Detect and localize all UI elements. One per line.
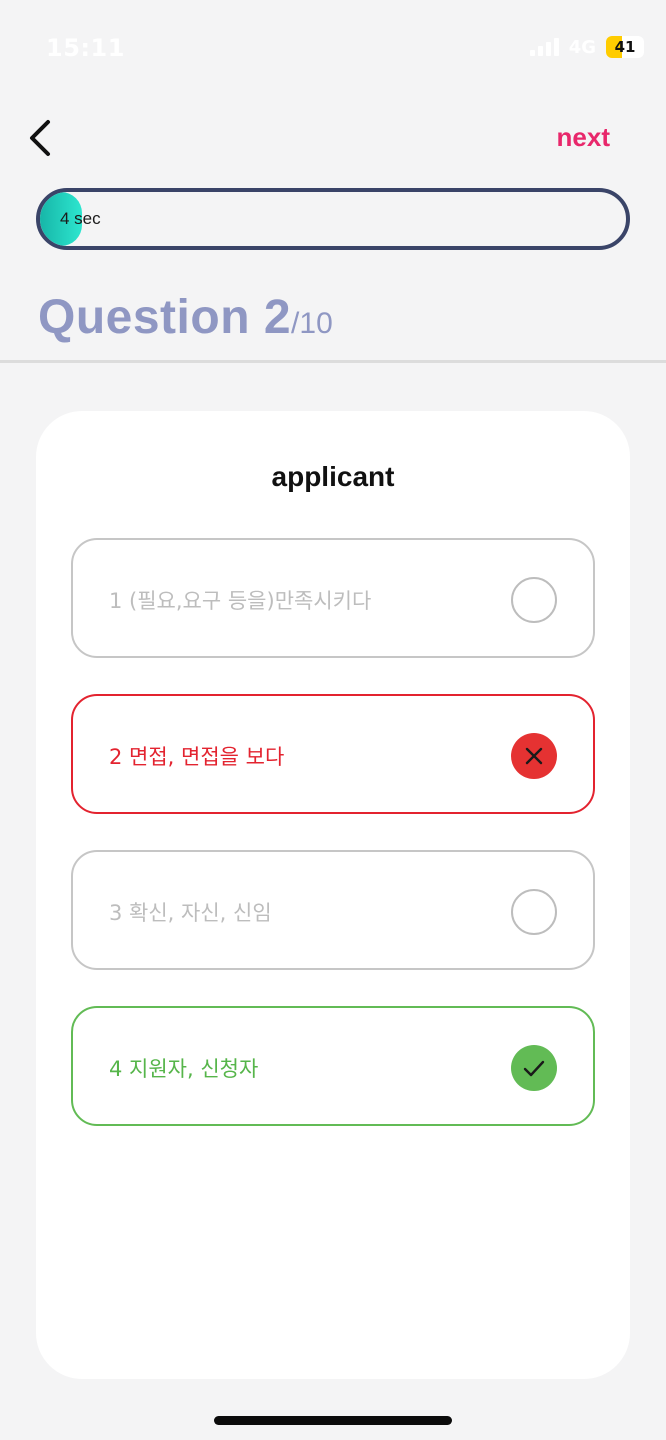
home-indicator[interactable] <box>214 1416 452 1425</box>
divider <box>0 360 666 363</box>
status-indicators: 4G 41 <box>529 36 644 58</box>
x-mark-icon <box>511 733 557 779</box>
cellular-signal-icon <box>529 38 559 56</box>
question-card: applicant 1 (필요,요구 등을)만족시키다 2 면접, 면접을 보다… <box>36 411 630 1379</box>
check-mark-icon <box>511 1045 557 1091</box>
question-word: applicant <box>271 461 395 492</box>
timer-progress-bar: 4 sec <box>36 188 630 250</box>
network-type: 4G <box>568 36 596 58</box>
answer-option-label: 3 확신, 자신, 신임 <box>109 901 272 925</box>
battery-level: 41 <box>614 38 636 56</box>
timer-label: 4 sec <box>60 209 101 228</box>
question-total: /10 <box>291 307 333 340</box>
chevron-left-icon <box>30 120 50 156</box>
empty-circle-icon <box>511 577 557 623</box>
quiz-screen: 15:11 4G 41 next 4 sec Question 2/10 app… <box>0 0 666 1440</box>
question-counter: Question 2/10 <box>38 290 333 345</box>
answer-option-label: 4 지원자, 신청자 <box>109 1057 259 1081</box>
status-bar: 15:11 4G 41 <box>0 0 666 96</box>
status-time: 15:11 <box>46 34 125 62</box>
answer-option-label: 2 면접, 면접을 보다 <box>109 745 285 769</box>
battery-icon: 41 <box>606 36 644 58</box>
answer-option-label: 1 (필요,요구 등을)만족시키다 <box>109 589 372 613</box>
answer-option-1[interactable]: 1 (필요,요구 등을)만족시키다 <box>71 538 595 658</box>
answer-option-3[interactable]: 3 확신, 자신, 신임 <box>71 850 595 970</box>
back-button[interactable] <box>22 116 66 160</box>
empty-circle-icon <box>511 889 557 935</box>
question-title: Question 2 <box>38 291 292 344</box>
next-button[interactable]: next <box>557 122 610 153</box>
answer-option-2[interactable]: 2 면접, 면접을 보다 <box>71 694 595 814</box>
answer-option-4[interactable]: 4 지원자, 신청자 <box>71 1006 595 1126</box>
